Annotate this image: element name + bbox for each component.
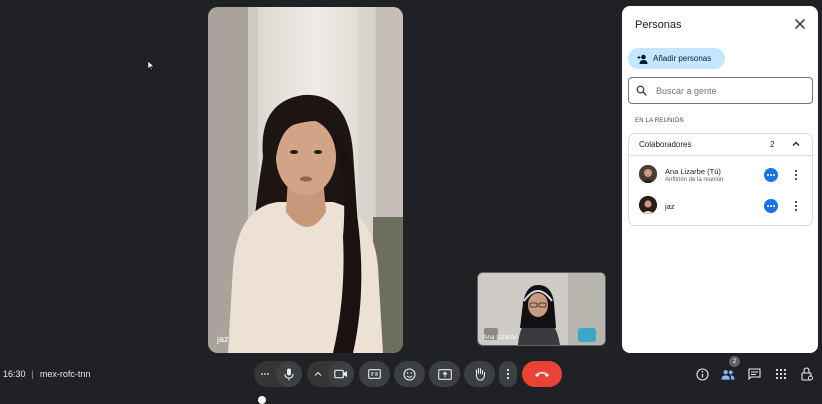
camera-control: [307, 361, 354, 387]
chat-icon: [747, 368, 761, 380]
separator: |: [31, 369, 34, 379]
people-icon: [721, 369, 735, 380]
mouse-cursor-icon: [148, 61, 155, 71]
leave-call-button[interactable]: [522, 361, 562, 387]
more-options-button[interactable]: [499, 361, 517, 387]
microphone-icon: [284, 368, 294, 380]
participant-video-image: [208, 7, 403, 353]
avatar: [639, 196, 657, 214]
participant-name: jaz: [665, 202, 675, 211]
lock-person-icon: [801, 367, 813, 381]
participant-role: Anfitrión de la reunión: [665, 177, 724, 183]
audio-options-button[interactable]: [254, 361, 276, 387]
people-count-badge: 2: [729, 356, 740, 367]
people-panel: Personas Añadir personas EN LA REUNIÓN C…: [622, 6, 818, 353]
participant-row[interactable]: jaz: [629, 192, 812, 220]
self-view-tile[interactable]: Ana Lizarbe: [477, 272, 606, 346]
reactions-button[interactable]: [394, 361, 425, 387]
collaborators-group-header[interactable]: Colaboradores 2: [629, 134, 812, 156]
collaborators-group: Colaboradores 2 Ana Lizarbe (Tú) Anfitri…: [628, 133, 813, 226]
apps-grid-icon: [775, 368, 787, 380]
group-title: Colaboradores: [639, 140, 692, 149]
chevron-up-icon: [314, 371, 321, 376]
meeting-details-button[interactable]: [695, 367, 709, 381]
indicator-dot: [258, 396, 266, 404]
panel-title: Personas: [635, 19, 682, 31]
meeting-code: mex-rofc-tnn: [39, 369, 91, 379]
raise-hand-button[interactable]: [464, 361, 495, 387]
microphone-control: [254, 361, 302, 387]
hang-up-icon: [535, 372, 549, 377]
raise-hand-icon: [475, 367, 485, 381]
host-controls-button[interactable]: [800, 367, 814, 381]
participant-name: Ana Lizarbe (Tú): [665, 167, 721, 176]
camera-button[interactable]: [328, 361, 354, 387]
add-people-button[interactable]: Añadir personas: [628, 48, 725, 69]
close-icon[interactable]: [792, 16, 808, 32]
kebab-menu-icon[interactable]: [790, 199, 802, 213]
main-video-tile[interactable]: jaz: [208, 7, 403, 353]
video-camera-icon: [334, 369, 347, 379]
kebab-menu-icon[interactable]: [790, 168, 802, 182]
present-screen-icon: [437, 368, 452, 380]
captions-button[interactable]: [359, 361, 390, 387]
in-meeting-section-label: EN LA REUNIÓN: [635, 118, 684, 124]
participant-name-label: jaz: [217, 334, 229, 344]
participant-row[interactable]: Ana Lizarbe (Tú) Anfitrión de la reunión: [629, 161, 812, 189]
more-actions-icon[interactable]: [764, 168, 778, 182]
closed-captions-icon: [368, 369, 381, 379]
self-name-label: Ana Lizarbe: [483, 334, 518, 341]
more-horizontal-icon: [261, 373, 269, 375]
avatar: [639, 165, 657, 183]
more-vertical-icon: [506, 368, 510, 380]
chat-button[interactable]: [747, 367, 761, 381]
people-button[interactable]: [721, 367, 735, 381]
video-options-button[interactable]: [307, 361, 328, 387]
search-icon: [636, 85, 647, 96]
activities-button[interactable]: [774, 367, 788, 381]
more-actions-icon[interactable]: [764, 199, 778, 213]
add-person-icon: [637, 54, 648, 64]
group-count: 2: [770, 140, 775, 149]
add-people-label: Añadir personas: [653, 54, 712, 63]
chevron-up-icon[interactable]: [791, 139, 801, 149]
clock-time: 16:30: [3, 369, 26, 379]
present-screen-button[interactable]: [429, 361, 460, 387]
info-icon: [695, 367, 709, 381]
emoji-icon: [403, 367, 416, 381]
microphone-button[interactable]: [276, 361, 302, 387]
search-field[interactable]: [628, 77, 813, 104]
search-input[interactable]: [656, 85, 796, 96]
meeting-info: 16:30 | mex-rofc-tnn: [3, 369, 90, 379]
